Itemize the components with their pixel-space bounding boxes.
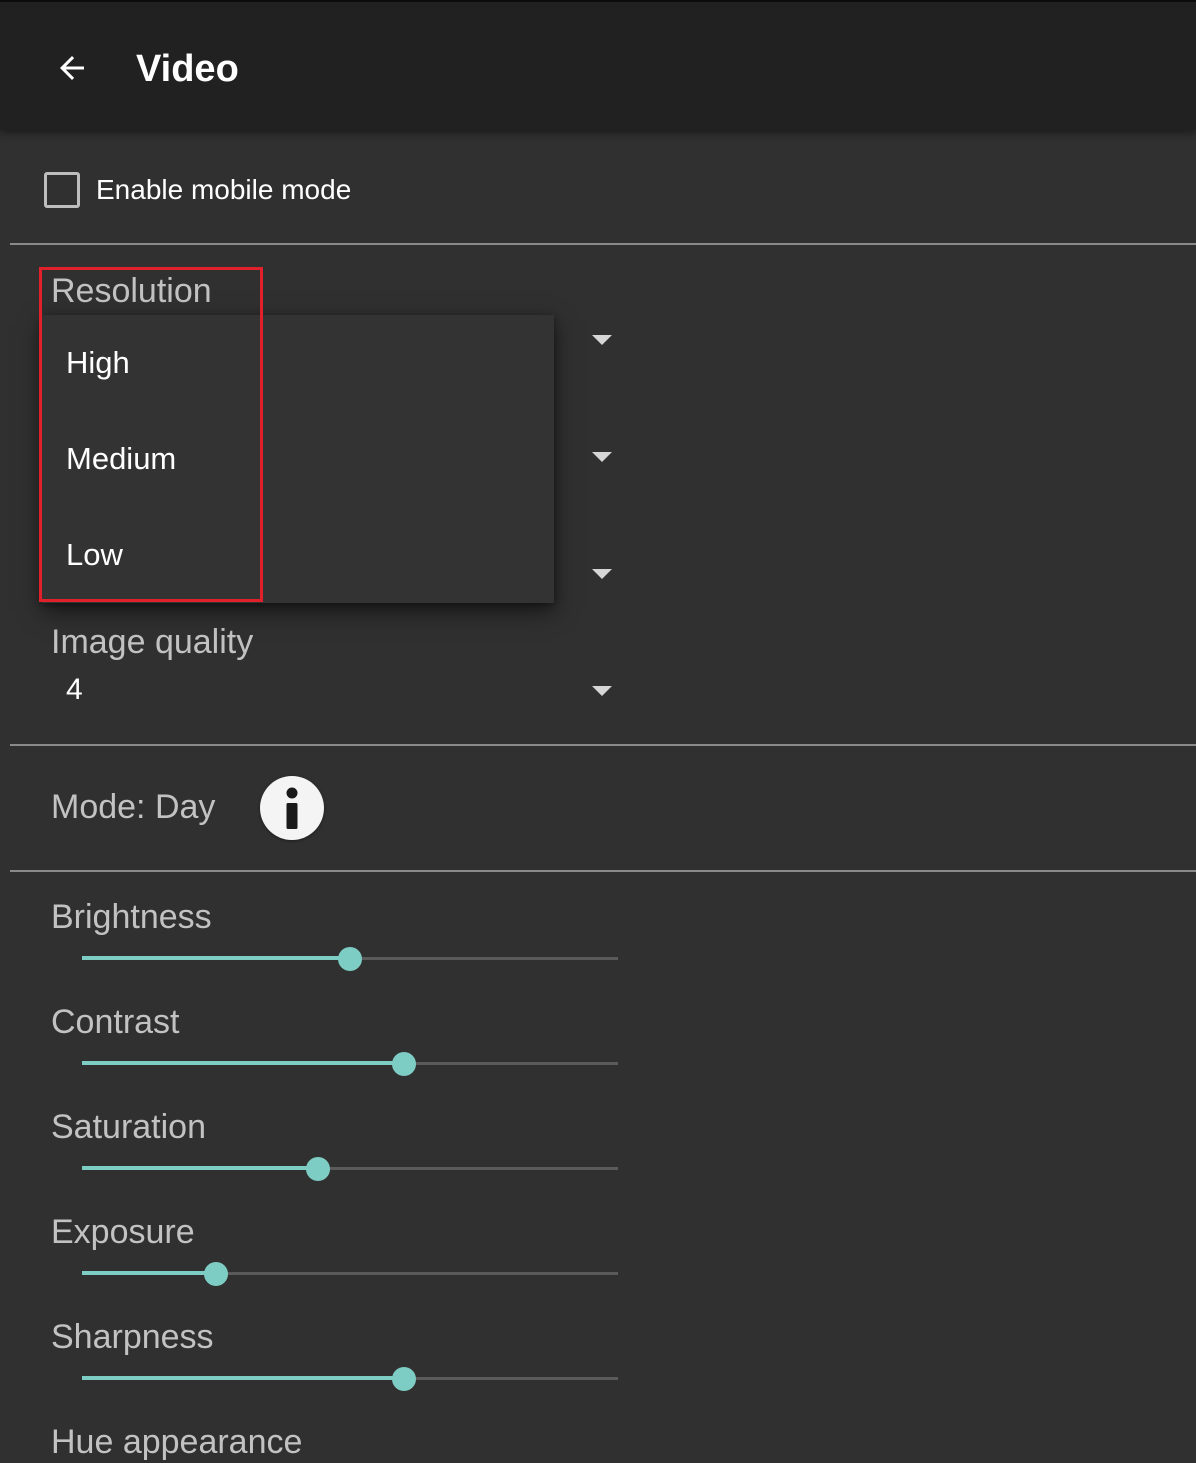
- hue-appearance-label: Hue appearance: [51, 1423, 303, 1461]
- page-title: Video: [136, 48, 239, 90]
- slider-thumb[interactable]: [204, 1262, 228, 1286]
- slider-fill: [82, 1271, 216, 1275]
- resolution-dropdown-caret[interactable]: [592, 335, 612, 345]
- divider: [10, 243, 1196, 245]
- sharpness-slider[interactable]: [82, 1365, 618, 1393]
- exposure-slider[interactable]: [82, 1260, 618, 1288]
- slider-thumb[interactable]: [338, 947, 362, 971]
- mobile-mode-label: Enable mobile mode: [96, 174, 352, 205]
- info-icon: [286, 787, 298, 829]
- exposure-label: Exposure: [51, 1213, 195, 1251]
- saturation-slider[interactable]: [82, 1155, 618, 1183]
- resolution-label: Resolution: [51, 272, 212, 310]
- info-button[interactable]: [260, 776, 324, 840]
- resolution-dropdown-menu: High Medium Low: [42, 315, 554, 603]
- dropdown-caret[interactable]: [592, 569, 612, 579]
- slider-thumb[interactable]: [392, 1367, 416, 1391]
- image-quality-label: Image quality: [51, 623, 254, 661]
- divider: [10, 870, 1196, 872]
- divider: [10, 744, 1196, 746]
- contrast-label: Contrast: [51, 1003, 180, 1041]
- brightness-slider[interactable]: [82, 945, 618, 973]
- slider-fill: [82, 1061, 404, 1065]
- back-button[interactable]: [42, 38, 102, 98]
- mobile-mode-checkbox[interactable]: [44, 172, 80, 208]
- arrow-left-icon: [60, 56, 84, 80]
- slider-thumb[interactable]: [392, 1052, 416, 1076]
- saturation-label: Saturation: [51, 1108, 206, 1146]
- menu-item-medium[interactable]: Medium: [42, 411, 554, 507]
- brightness-label: Brightness: [51, 898, 212, 936]
- slider-fill: [82, 956, 350, 960]
- image-quality-dropdown-caret[interactable]: [592, 686, 612, 696]
- sharpness-label: Sharpness: [51, 1318, 214, 1356]
- menu-item-low[interactable]: Low: [42, 507, 554, 603]
- app-bar: Video: [0, 0, 1196, 130]
- dropdown-caret[interactable]: [592, 452, 612, 462]
- mode-label: Mode: Day: [51, 788, 216, 826]
- slider-fill: [82, 1376, 404, 1380]
- slider-thumb[interactable]: [306, 1157, 330, 1181]
- menu-item-high[interactable]: High: [42, 315, 554, 411]
- contrast-slider[interactable]: [82, 1050, 618, 1078]
- mobile-mode-checkbox-row[interactable]: Enable mobile mode: [44, 172, 351, 208]
- slider-fill: [82, 1166, 318, 1170]
- image-quality-value[interactable]: 4: [66, 673, 83, 707]
